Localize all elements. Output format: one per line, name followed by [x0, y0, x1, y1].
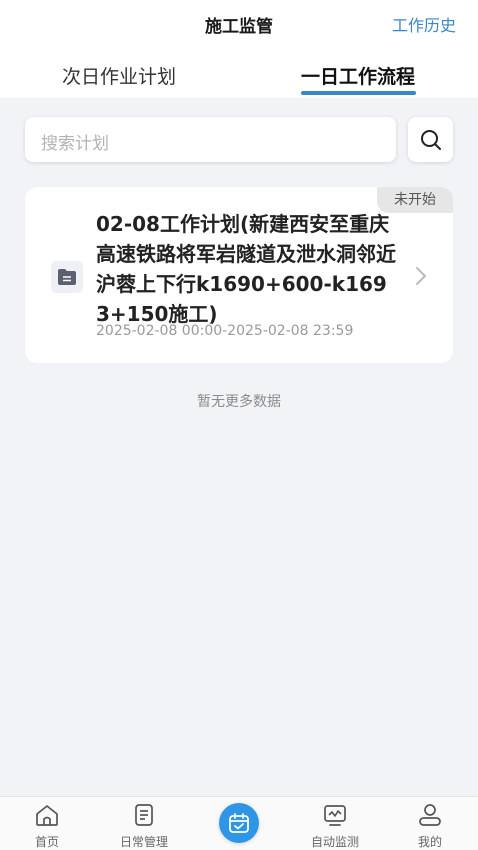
- nav-auto-monitoring-label: 自动监测: [310, 835, 359, 849]
- chevron-right-icon: [416, 267, 426, 285]
- nav-home[interactable]: 首页: [7, 797, 87, 850]
- nav-mine-label: 我的: [417, 835, 442, 849]
- nav-daily-management[interactable]: 日常管理: [104, 797, 184, 850]
- search-input[interactable]: 搜索计划: [25, 117, 396, 162]
- top-header: 施工监管 工作历史: [0, 0, 478, 46]
- calendar-check-icon: [229, 813, 249, 833]
- plan-card[interactable]: 未开始 02-08工作计划(新建西安至重庆高速铁路将军岩隧道及泄水洞邻近沪蓉上下…: [25, 187, 453, 363]
- search-button[interactable]: [408, 117, 453, 162]
- nav-workflow-center-button[interactable]: [219, 803, 259, 843]
- search-placeholder: 搜索计划: [41, 134, 109, 154]
- monitor-icon: [324, 805, 346, 826]
- nav-daily-management-label: 日常管理: [119, 835, 168, 849]
- no-more-data-text: 暂无更多数据: [197, 394, 281, 410]
- tab-daily-workflow[interactable]: 一日工作流程: [301, 62, 415, 89]
- nav-auto-monitoring[interactable]: 自动监测: [295, 797, 375, 850]
- plan-time: 2025-02-08 00:00-2025-02-08 23:59: [96, 323, 354, 339]
- nav-mine[interactable]: 我的: [390, 797, 470, 850]
- search-icon: [420, 129, 441, 150]
- document-icon: [135, 804, 153, 826]
- home-icon: [36, 805, 58, 826]
- plan-title: 02-08工作计划(新建西安至重庆高速铁路将军岩隧道及泄水洞邻近沪蓉上下行k16…: [96, 212, 396, 326]
- user-icon: [419, 804, 441, 826]
- nav-home-label: 首页: [34, 835, 59, 849]
- tab-bar: 次日作业计划 一日工作流程: [0, 46, 478, 98]
- tab-next-day-plan[interactable]: 次日作业计划: [62, 62, 176, 89]
- folder-document-icon: [51, 261, 83, 293]
- active-tab-indicator: [301, 91, 416, 95]
- work-history-link[interactable]: 工作历史: [392, 12, 456, 36]
